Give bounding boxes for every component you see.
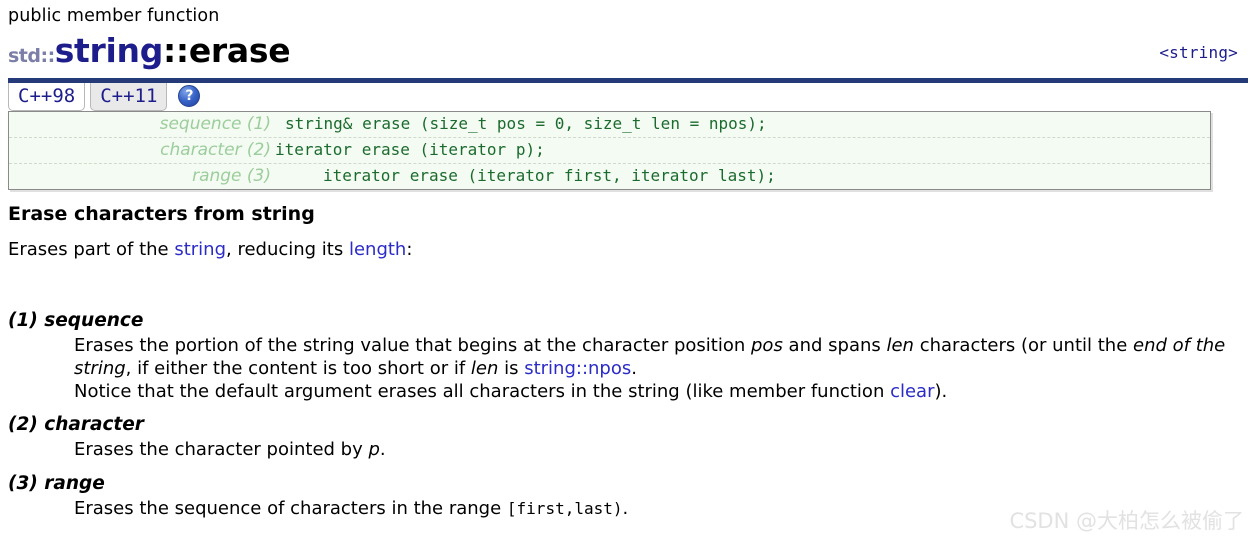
seq-text-a: Erases the portion of the string value t… [74, 334, 751, 356]
variant-character: (2) character Erases the character point… [8, 413, 1248, 462]
char-text-b: . [379, 439, 386, 461]
title-separator: :: [163, 30, 189, 70]
signature-label-range: range (3) [192, 165, 271, 186]
seq-em-len: len [886, 334, 914, 356]
title-class: string [54, 30, 164, 70]
function-kind-label: public member function [8, 6, 220, 26]
signature-code-range: iterator erase (iterator first, iterator… [323, 165, 776, 185]
link-string-npos[interactable]: string::npos [524, 358, 631, 379]
signature-label-sequence: sequence (1) [159, 113, 271, 134]
help-icon[interactable]: ? [178, 84, 201, 107]
signature-code-character: iterator erase (iterator p); [275, 139, 545, 159]
description-intro: Erases part of the string, reducing its … [8, 238, 1248, 262]
variant-title-range: (3) range [8, 473, 105, 495]
title-row: std::string::erase <string> [8, 29, 1246, 73]
watermark: CSDN @大柏怎么被偷了 [1009, 509, 1244, 533]
intro-text-3: : [406, 238, 413, 260]
title-function: erase [188, 30, 291, 70]
page-title: std::string::erase [8, 29, 1246, 78]
description-heading: Erase characters from string [8, 202, 315, 225]
variant-body-sequence: Erases the portion of the string value t… [8, 335, 1248, 404]
vertical-gap [8, 262, 1248, 306]
link-string[interactable]: string [174, 239, 226, 260]
variant-sequence: (1) sequence Erases the portion of the s… [8, 309, 1248, 404]
page-header: public member function std::string::eras… [0, 0, 1256, 73]
signature-row: range (3) iterator erase (iterator first… [9, 164, 1210, 189]
variant-spacer [8, 462, 1248, 469]
tab-cpp98[interactable]: C++98 [8, 82, 86, 111]
link-clear[interactable]: clear [890, 381, 934, 402]
signature-block: sequence (1) string& erase (size_t pos =… [8, 110, 1211, 190]
tab-cpp11[interactable]: C++11 [90, 82, 168, 111]
seq-text-d: , if either the content is too short or … [125, 357, 471, 379]
seq-em-len-2: len [470, 357, 499, 379]
signature-code-sequence: string& erase (size_t pos = 0, size_t le… [285, 113, 767, 133]
content-body: Erase characters from string Erases part… [0, 202, 1256, 521]
seq-text-c: characters (or until the [913, 334, 1134, 356]
char-em-p: p [368, 439, 380, 461]
variant-title-sequence: (1) sequence [8, 309, 144, 331]
seq-line2-a: Notice that the default argument erases … [74, 380, 891, 402]
standard-version-tabs: C++98 C++11 ? [8, 82, 1248, 111]
range-text-a: Erases the sequence of characters in the… [74, 498, 507, 520]
seq-text-e: is [498, 357, 525, 379]
seq-em-pos: pos [751, 334, 783, 356]
variant-body-character: Erases the character pointed by p. [8, 439, 1248, 462]
char-text-a: Erases the character pointed by [74, 439, 369, 461]
variant-title-character: (2) character [8, 414, 144, 436]
range-interval-notation: [first,last) [506, 499, 623, 519]
variant-spacer [8, 403, 1248, 410]
signature-row: sequence (1) string& erase (size_t pos =… [9, 112, 1210, 138]
reference-page: public member function std::string::eras… [0, 0, 1256, 543]
intro-text-2: , reducing its [226, 238, 349, 260]
include-header-label: <string> [1159, 42, 1238, 62]
seq-line2-b: ). [934, 380, 948, 402]
intro-text-1: Erases part of the [8, 238, 175, 260]
signature-label-character: character (2) [160, 139, 271, 160]
title-namespace: std:: [8, 44, 55, 67]
seq-text-b: and spans [782, 334, 887, 356]
link-length[interactable]: length [349, 239, 406, 260]
seq-text-f: . [631, 357, 637, 379]
range-text-b: . [622, 498, 629, 520]
signature-row: character (2) iterator erase (iterator p… [9, 138, 1210, 164]
